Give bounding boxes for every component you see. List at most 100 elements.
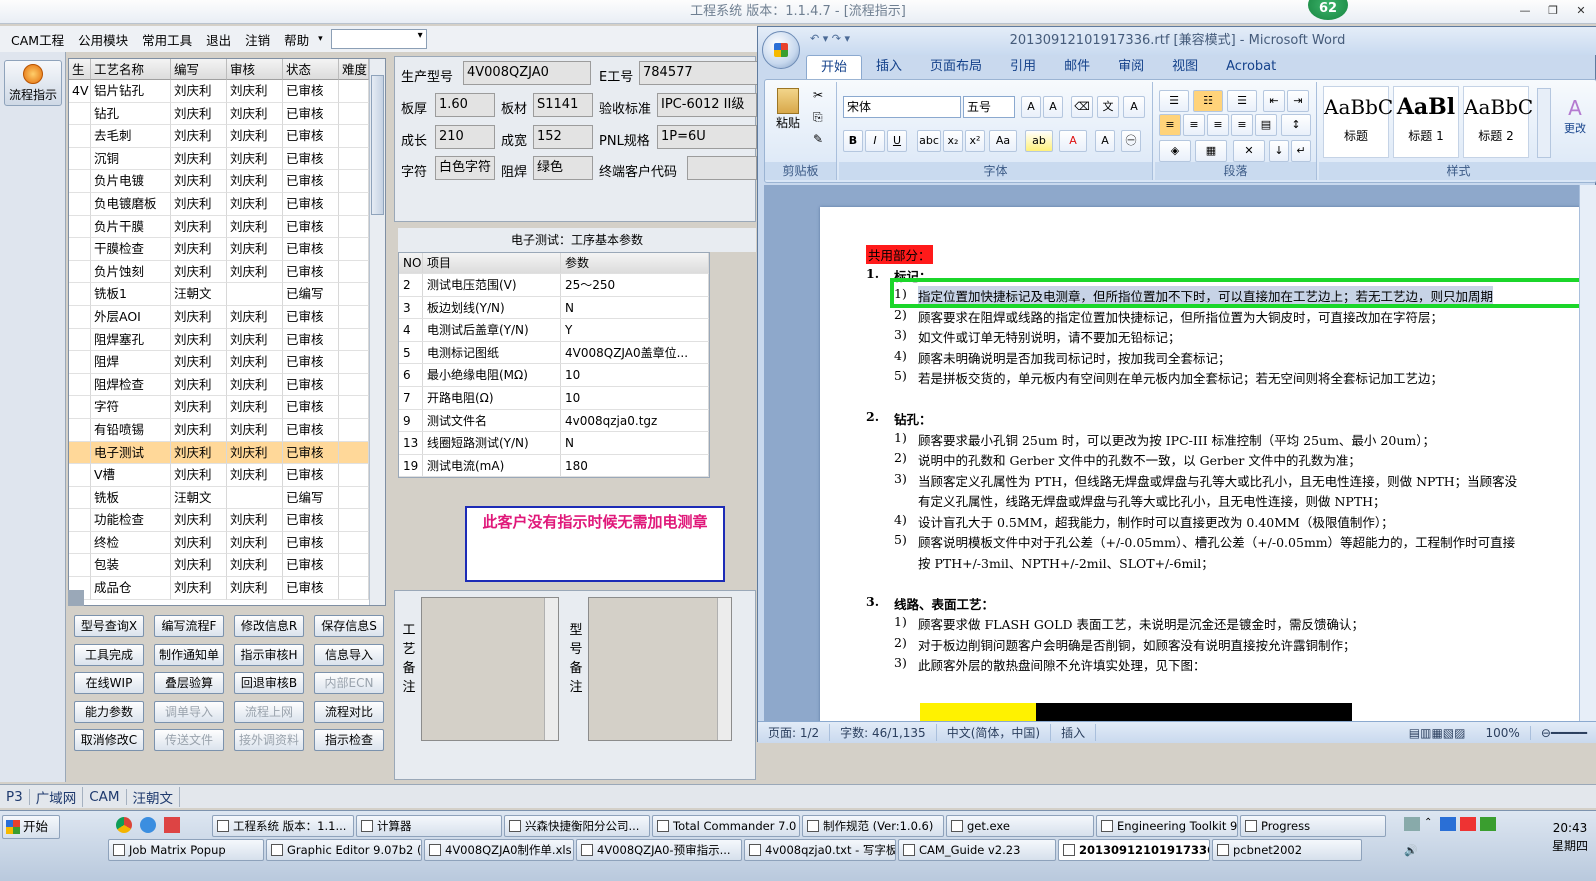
clock[interactable]: 20:43 星期四 — [1552, 819, 1588, 855]
taskbar-item[interactable]: 20130912101917336.... — [1058, 839, 1210, 861]
table-cell[interactable]: 汪朝文 — [171, 486, 227, 510]
menu-logout[interactable]: 注销 — [238, 30, 277, 49]
chinese-layout-icon[interactable]: ✕ — [1233, 140, 1265, 162]
ribbon-tab[interactable]: 审阅 — [1104, 55, 1158, 79]
view-buttons[interactable]: ▤▥▦▧▨ — [1399, 726, 1476, 740]
table-cell[interactable]: 刘庆利 — [171, 215, 227, 239]
action-button[interactable]: 在线WIP — [74, 672, 144, 694]
ribbon-tab[interactable]: 引用 — [996, 55, 1050, 79]
sort-icon[interactable]: ↓ — [1269, 140, 1289, 162]
taskbar-item[interactable]: Graphic Editor 9.07b2 (0... — [266, 839, 422, 861]
menu-cam[interactable]: CAM工程 — [4, 30, 71, 49]
bullets-icon[interactable]: ☰ — [1159, 90, 1189, 112]
menu-common-module[interactable]: 公用模块 — [71, 30, 135, 49]
table-cell[interactable]: 已编写 — [283, 486, 339, 510]
table-cell[interactable]: 负片电镀 — [91, 170, 171, 193]
param-row[interactable]: 5 电测标记图纸 4V008QZJA0盖章位... — [399, 341, 709, 365]
font-color-icon[interactable]: A — [1059, 130, 1087, 152]
zoom-slider[interactable]: ⊖━━━━━ — [1531, 726, 1596, 740]
table-cell[interactable]: 沉铜 — [91, 147, 171, 171]
table-cell[interactable]: 刘庆利 — [171, 147, 227, 171]
taskbar-item[interactable]: Job Matrix Popup — [108, 839, 264, 861]
length-field[interactable]: 210 — [435, 125, 495, 149]
zoom-level[interactable]: 100% — [1476, 725, 1531, 740]
process-remark-memo[interactable] — [421, 597, 559, 741]
taskbar-item[interactable]: 制作规范 (Ver:1.0.6) — [802, 815, 944, 837]
action-button[interactable]: 叠层验算 — [154, 672, 224, 694]
table-cell[interactable]: 功能检查 — [91, 509, 171, 532]
table-cell[interactable] — [227, 283, 283, 306]
quick-access-toolbar[interactable]: ↶ ▾ ↷ ▾ — [810, 32, 850, 45]
action-button[interactable]: 回退审核B — [234, 672, 304, 694]
table-cell[interactable]: 已审核 — [283, 531, 339, 555]
table-cell[interactable]: 已审核 — [283, 260, 339, 284]
table-cell[interactable]: 刘庆利 — [227, 396, 283, 419]
document-vertical-scrollbar[interactable] — [1579, 185, 1596, 721]
table-cell[interactable]: 刘庆利 — [227, 531, 283, 555]
action-button[interactable]: 接外调资料 — [234, 729, 304, 751]
minimize-icon[interactable]: — — [1516, 3, 1534, 19]
table-cell[interactable]: 刘庆利 — [227, 260, 283, 284]
table-cell[interactable]: 刘庆利 — [227, 80, 283, 103]
table-cell[interactable]: 刘庆利 — [227, 102, 283, 126]
table-cell[interactable]: 负电镀磨板 — [91, 192, 171, 216]
action-button[interactable]: 指示检查 — [314, 729, 384, 751]
menu-combo-box[interactable] — [330, 29, 427, 49]
language[interactable]: 中文(简体，中国) — [937, 724, 1052, 741]
table-cell[interactable]: 刘庆利 — [227, 125, 283, 148]
table-cell[interactable]: 刘庆利 — [171, 531, 227, 555]
table-cell[interactable]: 刘庆利 — [227, 328, 283, 352]
table-cell[interactable]: 终检 — [91, 531, 171, 555]
table-cell[interactable]: 汪朝文 — [171, 283, 227, 306]
tray-volume-icon[interactable]: 🔊 — [1404, 844, 1420, 858]
param-row[interactable]: 13 线圈短路测试(Y/N) N — [399, 432, 709, 455]
table-cell[interactable]: 刘庆利 — [227, 577, 283, 600]
start-button[interactable]: 开始 — [2, 815, 60, 839]
flow-instruction-button[interactable]: 流程指示 — [4, 60, 62, 106]
restore-icon[interactable]: ❐ — [1544, 3, 1562, 19]
ribbon-tab[interactable]: 插入 — [862, 55, 916, 79]
table-cell[interactable]: 阻焊塞孔 — [91, 328, 171, 352]
line-spacing-icon[interactable]: ↕ — [1281, 114, 1311, 136]
table-cell[interactable]: 已审核 — [283, 509, 339, 532]
material-field[interactable]: S1141 — [533, 93, 593, 117]
ribbon-tab[interactable]: 视图 — [1158, 55, 1212, 79]
strikethrough-icon[interactable]: abc — [917, 130, 941, 152]
ribbon-tab[interactable]: 开始 — [806, 55, 863, 79]
pnl-field[interactable]: 1P=6U — [657, 125, 757, 149]
table-cell[interactable]: 已审核 — [283, 192, 339, 216]
param-header[interactable]: NO — [399, 253, 423, 273]
taskbar-item[interactable]: 4V008QZJA0-预审指示... — [576, 839, 742, 861]
shrink-font-icon[interactable]: A — [1043, 96, 1063, 118]
chrome-icon[interactable] — [116, 817, 132, 833]
action-button[interactable]: 调单导入 — [154, 700, 224, 723]
bold-icon[interactable]: B — [843, 130, 863, 152]
table-cell[interactable]: 铝片钻孔 — [91, 80, 171, 103]
multilevel-list-icon[interactable]: ☰ — [1227, 90, 1257, 112]
taskbar-item[interactable]: 4v008qzja0.txt - 写字板 — [744, 839, 896, 861]
table-cell[interactable]: 干膜检查 — [91, 238, 171, 261]
font-name-combo[interactable]: 宋体 — [843, 96, 961, 118]
ribbon-tab[interactable]: Acrobat — [1212, 55, 1290, 79]
style-heading-2[interactable]: AaBbC 标题 2 — [1463, 86, 1533, 158]
param-header[interactable]: 项目 — [423, 253, 561, 273]
column-header[interactable]: 生 — [69, 59, 91, 80]
table-cell[interactable]: 刘庆利 — [171, 554, 227, 578]
table-cell[interactable]: 已审核 — [283, 373, 339, 397]
align-center-icon[interactable]: ≡ — [1183, 114, 1205, 136]
param-row[interactable]: 9 测试文件名 4v008qzja0.tgz — [399, 409, 709, 433]
table-cell[interactable]: 已审核 — [283, 464, 339, 487]
status-p3[interactable]: P3 — [0, 788, 30, 805]
table-cell[interactable]: 铣板1 — [91, 283, 171, 306]
table-cell[interactable]: 刘庆利 — [227, 464, 283, 487]
eno-field[interactable]: 784577 — [639, 61, 759, 85]
cut-icon[interactable]: ✂ — [813, 88, 823, 102]
table-cell[interactable]: 刘庆利 — [227, 238, 283, 261]
table-cell[interactable]: 已审核 — [283, 305, 339, 329]
styles-scroll[interactable] — [1537, 88, 1551, 158]
table-cell[interactable]: 字符 — [91, 396, 171, 419]
taskbar-item[interactable]: CAM_Guide v2.23 — [898, 839, 1056, 861]
taskbar-item[interactable]: Engineering Toolkit 9.... — [1096, 815, 1238, 837]
table-cell[interactable]: 去毛刺 — [91, 125, 171, 148]
phonetic-icon[interactable]: 文 — [1097, 96, 1119, 118]
